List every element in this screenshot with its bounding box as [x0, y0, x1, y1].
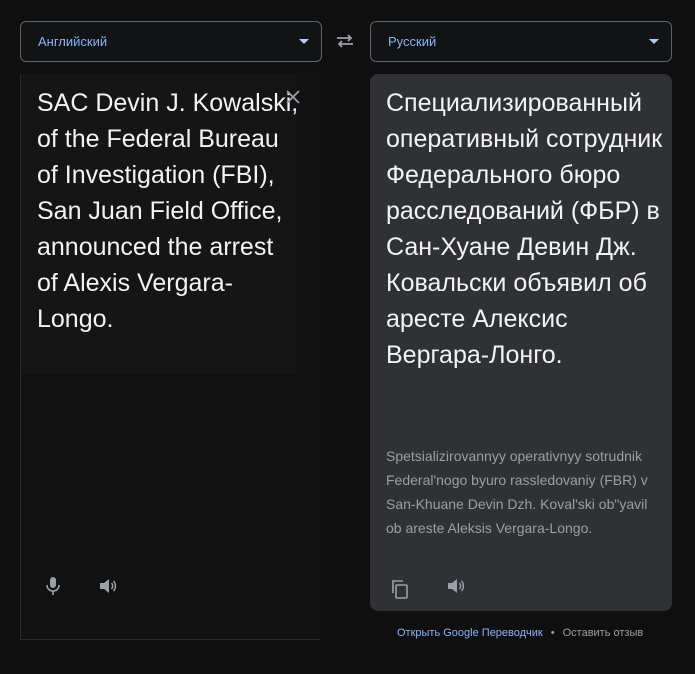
footer-separator: •: [550, 627, 555, 639]
chevron-down-icon: [299, 39, 309, 44]
target-panel: Специализированный оперативный сотрудник…: [370, 74, 672, 611]
translated-text: Специализированный оперативный сотрудник…: [386, 89, 663, 369]
source-panel: SAC Devin J. Kowalski, of the Federal Bu…: [20, 74, 320, 640]
speaker-icon[interactable]: [96, 574, 120, 598]
footer: Открыть Google Переводчик • Оставить отзыв: [397, 627, 643, 639]
open-google-translate-link[interactable]: Открыть Google Переводчик: [397, 627, 543, 639]
send-feedback-link[interactable]: Оставить отзыв: [563, 627, 644, 639]
copy-icon[interactable]: [388, 577, 412, 601]
target-language-label: Русский: [388, 34, 437, 49]
chevron-down-icon: [649, 39, 659, 44]
translate-widget: Английский Русский SAC Devin J. Kowalski…: [0, 0, 695, 674]
source-language-select[interactable]: Английский: [20, 21, 322, 62]
swap-languages-icon[interactable]: [334, 30, 356, 52]
source-text-area[interactable]: SAC Devin J. Kowalski, of the Federal Bu…: [21, 74, 299, 374]
microphone-icon[interactable]: [41, 574, 65, 598]
speaker-icon[interactable]: [444, 574, 468, 598]
source-text[interactable]: SAC Devin J. Kowalski, of the Federal Bu…: [37, 85, 299, 337]
transliteration-text: Spetsializirovannyy operativnyy sotrudni…: [386, 448, 648, 536]
close-icon[interactable]: [283, 87, 303, 107]
target-language-select[interactable]: Русский: [370, 21, 672, 62]
source-language-label: Английский: [38, 34, 108, 49]
